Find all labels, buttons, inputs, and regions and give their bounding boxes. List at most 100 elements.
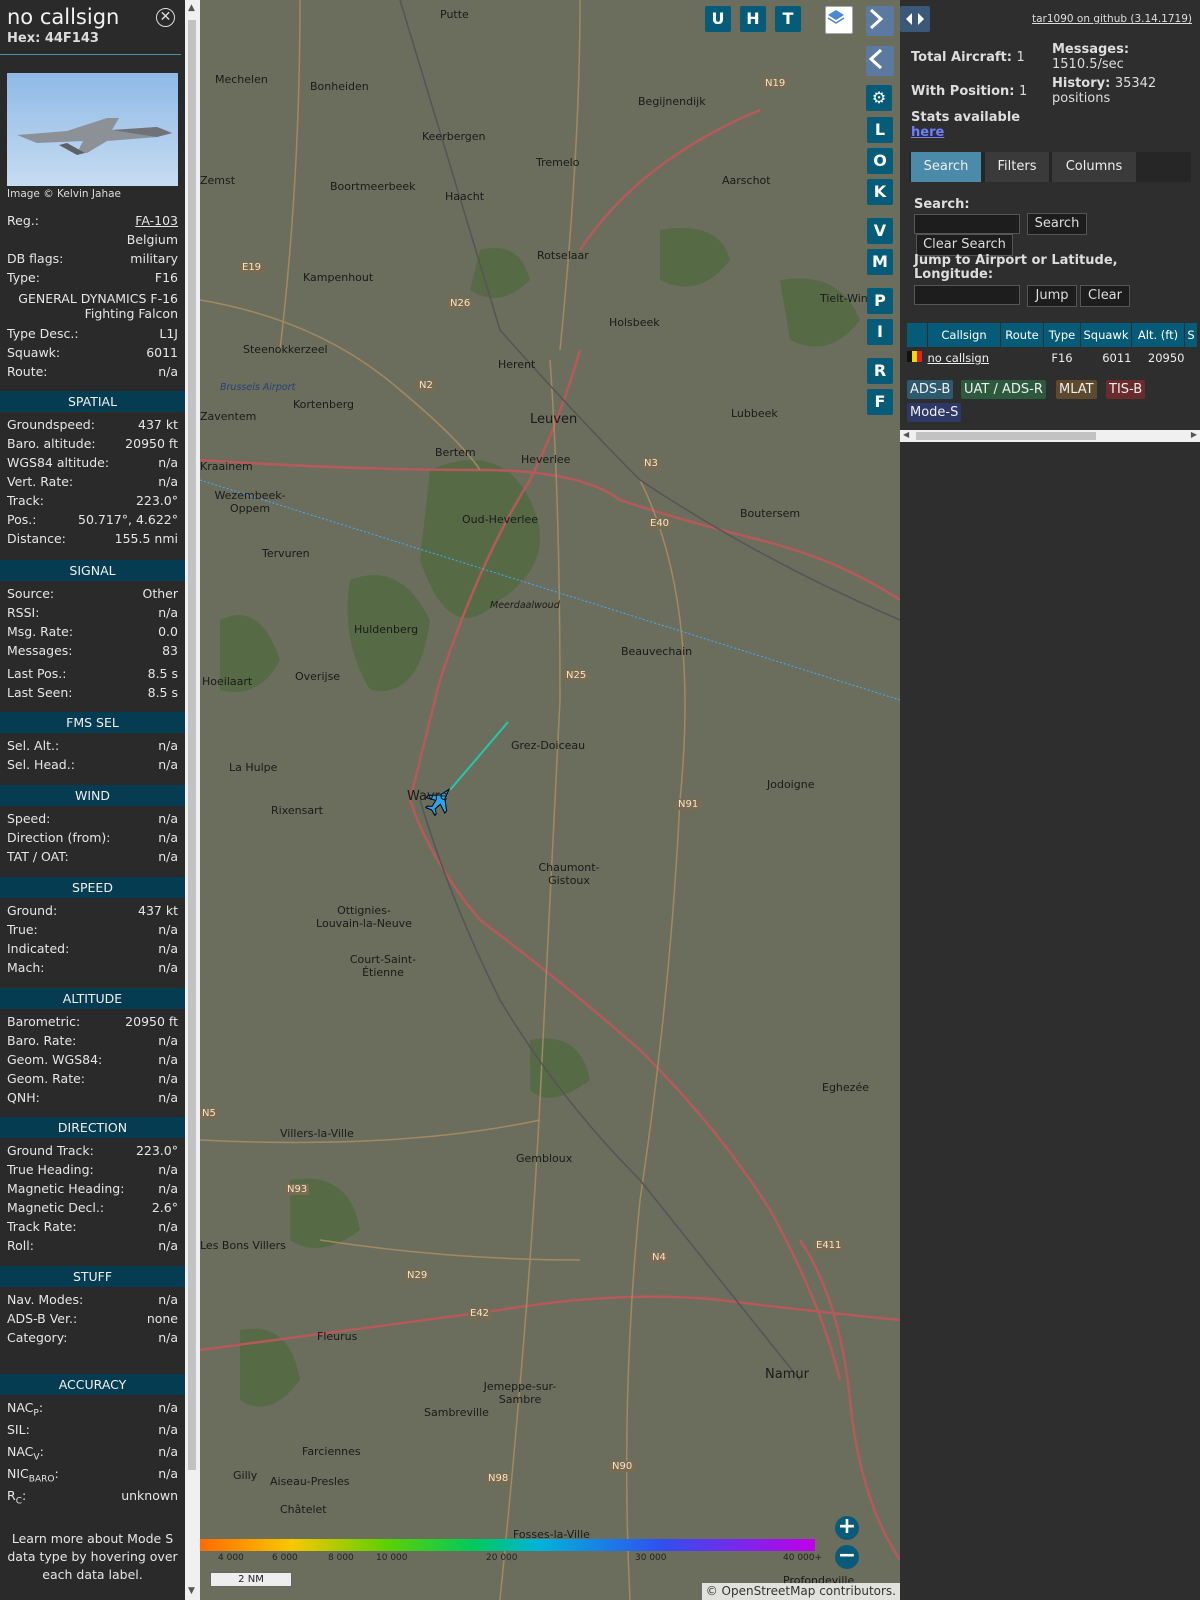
- badge-tisb[interactable]: TIS-B: [1106, 380, 1146, 399]
- scroll-down-icon[interactable]: ▼: [188, 1586, 195, 1596]
- map-button-i[interactable]: I: [867, 319, 893, 345]
- info-row-label[interactable]: Ground:: [7, 903, 57, 918]
- map-attribution[interactable]: © OpenStreetMap contributors.: [701, 1583, 900, 1600]
- col-flag[interactable]: [907, 323, 928, 347]
- row-callsign[interactable]: no callsign: [928, 347, 1001, 369]
- info-row-label[interactable]: Roll:: [7, 1238, 34, 1253]
- info-row-label[interactable]: Geom. WGS84:: [7, 1052, 102, 1067]
- info-row-label[interactable]: Track:: [7, 493, 44, 508]
- jump-button[interactable]: Jump: [1027, 285, 1077, 307]
- badge-mlat[interactable]: MLAT: [1056, 380, 1097, 399]
- table-scrollbar[interactable]: ◀ ▶: [900, 430, 1200, 442]
- info-row-label[interactable]: NACV:: [7, 1444, 44, 1463]
- col-altitude[interactable]: Alt. (ft): [1131, 323, 1185, 347]
- expand-right-icon[interactable]: [866, 6, 894, 36]
- info-row-label[interactable]: Sel. Head.:: [7, 757, 75, 772]
- info-scrollbar[interactable]: ▲ ▼: [185, 0, 200, 1600]
- info-row-label[interactable]: Indicated:: [7, 941, 69, 956]
- map-button-m[interactable]: M: [867, 249, 893, 275]
- layers-icon[interactable]: [825, 6, 853, 34]
- info-row-label[interactable]: Mach:: [7, 960, 44, 975]
- info-row-label[interactable]: Baro. altitude:: [7, 436, 96, 451]
- tab-filters[interactable]: Filters: [985, 152, 1049, 182]
- info-row-label[interactable]: QNH:: [7, 1090, 40, 1105]
- info-row-label[interactable]: RSSI:: [7, 605, 39, 620]
- info-row-label[interactable]: Category:: [7, 1330, 67, 1345]
- col-speed[interactable]: S: [1184, 323, 1197, 347]
- info-row-label[interactable]: Pos.:: [7, 512, 36, 527]
- tab-columns[interactable]: Columns: [1052, 152, 1136, 182]
- info-row-label[interactable]: RC:: [7, 1488, 26, 1507]
- map-button-p[interactable]: P: [867, 288, 893, 314]
- map-view[interactable]: Putte Mechelen Bonheiden Begijnendijk Keerbe…: [200, 0, 900, 1600]
- info-row-label[interactable]: NACP:: [7, 1400, 43, 1419]
- scroll-right-icon[interactable]: ▶: [1191, 430, 1197, 439]
- map-button-k[interactable]: K: [867, 179, 893, 205]
- col-route[interactable]: Route: [1000, 323, 1044, 347]
- info-row-label[interactable]: Messages:: [7, 643, 73, 658]
- info-row-label[interactable]: Distance:: [7, 531, 66, 546]
- scroll-up-icon[interactable]: ▲: [188, 3, 195, 13]
- badge-adsb[interactable]: ADS-B: [907, 380, 954, 399]
- col-squawk[interactable]: Squawk: [1080, 323, 1132, 347]
- jump-input[interactable]: [914, 285, 1020, 305]
- stats-link[interactable]: here: [911, 125, 1020, 140]
- info-row-label[interactable]: Magnetic Heading:: [7, 1181, 124, 1196]
- info-row-label[interactable]: Nav. Modes:: [7, 1292, 83, 1307]
- tab-search[interactable]: Search: [911, 152, 981, 182]
- reg-link[interactable]: FA-103: [135, 213, 178, 228]
- toggle-sidebar-icon[interactable]: [900, 6, 930, 32]
- info-row-label[interactable]: Direction (from):: [7, 830, 111, 845]
- info-row-label[interactable]: SIL:: [7, 1422, 30, 1437]
- map-button-r[interactable]: R: [867, 358, 893, 384]
- info-row-label[interactable]: Baro. Rate:: [7, 1033, 76, 1048]
- info-row-label[interactable]: NICBARO:: [7, 1466, 59, 1485]
- info-row-label[interactable]: WGS84 altitude:: [7, 455, 109, 470]
- zoom-in-button[interactable]: +: [835, 1516, 859, 1540]
- info-row-label[interactable]: Geom. Rate:: [7, 1071, 85, 1086]
- search-input[interactable]: [914, 214, 1020, 234]
- col-type[interactable]: Type: [1043, 323, 1081, 347]
- table-scrollbar-thumb[interactable]: [916, 432, 1096, 440]
- info-row-label[interactable]: True:: [7, 922, 38, 937]
- clear-button[interactable]: Clear: [1080, 285, 1130, 307]
- info-row-label[interactable]: TAT / OAT:: [7, 849, 69, 864]
- info-row-label[interactable]: Ground Track:: [7, 1143, 94, 1158]
- zoom-out-button[interactable]: −: [835, 1545, 859, 1569]
- info-row-label[interactable]: Source:: [7, 586, 54, 601]
- info-row-label[interactable]: Sel. Alt.:: [7, 738, 59, 753]
- map-button-v[interactable]: V: [867, 218, 893, 244]
- col-callsign[interactable]: Callsign: [927, 323, 1001, 347]
- info-row-label[interactable]: Msg. Rate:: [7, 624, 73, 639]
- map-button-f[interactable]: F: [867, 389, 893, 415]
- info-row-label[interactable]: Groundspeed:: [7, 417, 95, 432]
- info-row-label[interactable]: Speed:: [7, 811, 50, 826]
- info-row-label[interactable]: Magnetic Decl.:: [7, 1200, 104, 1215]
- badge-modes[interactable]: Mode-S: [907, 403, 962, 422]
- info-row-label[interactable]: True Heading:: [7, 1162, 94, 1177]
- collapse-left-icon[interactable]: [866, 46, 894, 76]
- search-button[interactable]: Search: [1027, 213, 1087, 235]
- info-row-label[interactable]: Last Seen:: [7, 685, 72, 700]
- map-button-l[interactable]: L: [867, 117, 893, 143]
- info-row-label[interactable]: ADS-B Ver.:: [7, 1311, 77, 1326]
- map-button-h[interactable]: H: [740, 6, 766, 32]
- close-icon[interactable]: ✕: [156, 8, 175, 27]
- scrollbar-thumb[interactable]: [188, 20, 196, 1470]
- info-row-value: n/a: [158, 1090, 178, 1105]
- aircraft-photo[interactable]: [7, 73, 178, 186]
- info-row-label[interactable]: Barometric:: [7, 1014, 80, 1029]
- info-row-label[interactable]: Track Rate:: [7, 1219, 77, 1234]
- map-place-label: Gilly: [233, 1469, 258, 1482]
- github-link[interactable]: tar1090 on github (3.14.1719): [1032, 13, 1192, 25]
- map-button-u[interactable]: U: [705, 6, 731, 32]
- info-row-label[interactable]: Last Pos.:: [7, 666, 66, 681]
- scroll-left-icon[interactable]: ◀: [903, 430, 909, 439]
- info-row-value: n/a: [158, 941, 178, 956]
- map-button-t[interactable]: T: [775, 6, 801, 32]
- badge-uat[interactable]: UAT / ADS-R: [961, 380, 1046, 399]
- map-button-o[interactable]: O: [867, 148, 893, 174]
- settings-gear-icon[interactable]: ⚙: [866, 85, 892, 111]
- info-row-label[interactable]: Vert. Rate:: [7, 474, 73, 489]
- table-row[interactable]: no callsign F16 6011 20950: [907, 347, 1197, 369]
